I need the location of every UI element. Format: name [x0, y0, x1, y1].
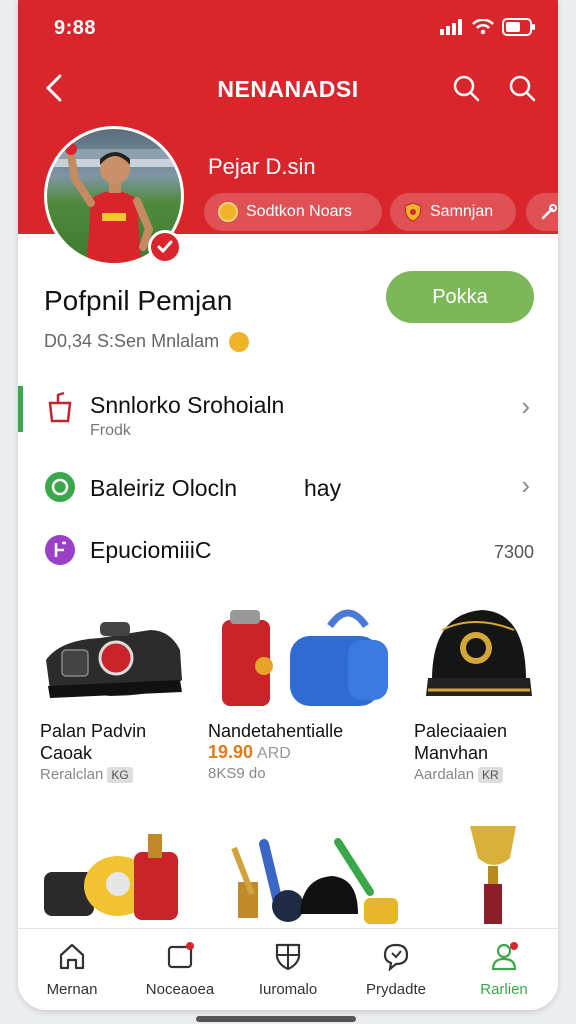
battery-icon [502, 18, 535, 36]
list-item[interactable]: Baleiriz Olocln hay › [18, 458, 558, 528]
coins-chip[interactable]: Sodtkon Noars [204, 193, 382, 231]
checkmark-icon [157, 240, 173, 254]
status-bar: 9:88 [18, 14, 558, 44]
pokka-button[interactable]: Pokka [386, 271, 534, 323]
product-price: 19.90 ARD [208, 742, 398, 763]
product-image [208, 600, 398, 720]
home-indicator [196, 1016, 356, 1022]
tab-club[interactable]: Iuromalo [234, 929, 342, 1010]
active-indicator [18, 386, 23, 432]
green-circle-icon [45, 472, 75, 502]
wrench-icon [541, 204, 557, 220]
purple-circle-icon [45, 535, 75, 565]
tab-label: Rarlien [480, 981, 528, 998]
product-tag: KR [478, 767, 503, 783]
product-image [414, 600, 544, 720]
coin-icon [229, 331, 250, 352]
profile-icon [491, 942, 518, 971]
product-name: Palan Padvin [40, 721, 147, 741]
avatar[interactable] [44, 126, 184, 266]
tab-notifications[interactable]: Noceaoea [126, 929, 234, 1010]
list-item[interactable]: EpuciomiiiC 7300 [18, 520, 558, 590]
verified-badge [148, 230, 182, 264]
product-card[interactable]: Paleciaaien Manvhan Aardalan KR [414, 600, 544, 783]
product-meta: 8KS9 do [208, 765, 266, 782]
product-name: Paleciaaien [414, 721, 508, 741]
search-icon[interactable] [452, 74, 480, 102]
tab-label: Noceaoea [145, 981, 215, 998]
chip-label: Samnjan [430, 203, 494, 220]
product-meta-text: Aardalan [414, 766, 475, 783]
list-item[interactable]: Snnlorko Srohoialn Frodk › [18, 375, 558, 445]
product-meta: Aardalan KR [414, 766, 544, 783]
profile-title: Pofpnil Pemjan [44, 285, 233, 316]
product-meta-text: Reralclan [40, 766, 104, 783]
list-item-title: Snnlorko Srohoialn [90, 392, 285, 418]
tools-chip[interactable] [526, 193, 558, 231]
chip-label: Sodtkon Noars [246, 203, 352, 220]
status-time: 9:88 [54, 17, 97, 39]
trophy-image [470, 826, 516, 924]
cap-illustration [426, 610, 532, 696]
product-name-line2: Manvhan [414, 743, 489, 763]
product-row-images [44, 826, 516, 924]
product-meta: Reralclan KG [40, 766, 200, 783]
product-price-value: 19.90 [208, 742, 254, 762]
wifi-icon [472, 19, 494, 35]
profile-subtitle: D0,34 S:Sen Mnlalam [44, 331, 250, 352]
notification-icon [167, 942, 194, 969]
product-name: Nandetahentialle [208, 721, 344, 741]
tab-home[interactable]: Mernan [18, 929, 126, 1010]
bottom-tab-bar: Mernan Noceaoea Iuromalo Prydadte Rarlie… [18, 928, 558, 1010]
team-chip[interactable]: Samnjan [390, 193, 516, 231]
chevron-right-icon: › [521, 391, 530, 421]
sports-items-image [231, 838, 398, 924]
trophy-icon [48, 391, 72, 423]
tab-updates[interactable]: Prydadte [342, 929, 450, 1010]
list-item-title: EpuciomiiiC [90, 537, 212, 563]
bags-illustration [222, 609, 388, 706]
list-item-value: 7300 [493, 542, 534, 562]
search-icon[interactable] [508, 74, 536, 102]
list-item-subtitle: Frodk [90, 422, 131, 439]
product-card[interactable]: Nandetahentialle 19.90 ARD 8KS9 do [208, 600, 398, 782]
app-screen: 9:88 NENANADSI Pejar D.sin Sodtkon Noars… [18, 0, 558, 1010]
product-card[interactable]: Palan Padvin Caoak Reralclan KG [40, 600, 200, 783]
list-item-trailing: hay [304, 475, 342, 501]
product-name-line2: Caoak [40, 743, 93, 763]
tab-label: Mernan [46, 981, 98, 998]
top-nav: NENANADSI [18, 70, 558, 110]
product-price-currency: ARD [257, 745, 291, 762]
shield-grid-icon [275, 943, 301, 971]
tab-label: Iuromalo [258, 981, 318, 998]
profile-subtitle-text: D0,34 S:Sen Mnlalam [44, 331, 220, 351]
chat-heart-icon [383, 943, 409, 971]
signal-icon [440, 19, 462, 35]
product-tag: KG [107, 767, 133, 783]
player-name: Pejar D.sin [208, 154, 316, 179]
tab-label: Prydadte [365, 981, 427, 998]
list-item-title: Baleiriz Olocln [90, 475, 237, 501]
gear-bundle-image [44, 834, 178, 920]
tab-profile[interactable]: Rarlien [450, 929, 558, 1010]
chevron-right-icon: › [521, 470, 530, 500]
coin-icon [218, 202, 238, 222]
shield-icon [404, 202, 422, 222]
boot-illustration [46, 622, 182, 698]
product-image [40, 600, 200, 720]
home-icon [59, 943, 85, 970]
